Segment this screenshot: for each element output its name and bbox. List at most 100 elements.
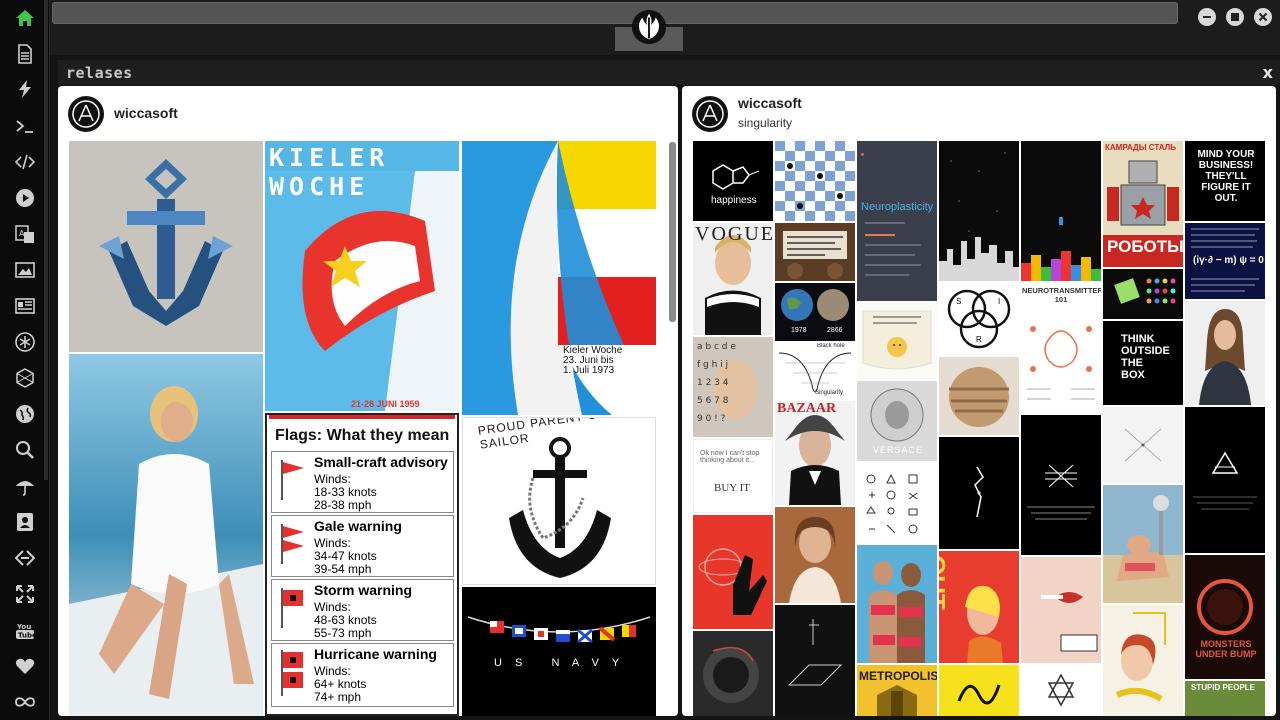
storm-flags-chart[interactable]: Flags: What they mean Small-craft adviso…: [265, 413, 459, 716]
black-hole-diagram[interactable]: Black hole Singularity: [775, 343, 855, 399]
image-icon[interactable]: [13, 258, 37, 282]
avatar[interactable]: [68, 96, 104, 132]
venn-r-label: R: [976, 335, 982, 344]
flag-winds-label: Winds:: [314, 536, 351, 550]
earth-comparison-image[interactable]: 1978 2866: [775, 283, 855, 341]
username[interactable]: wiccasoft: [114, 105, 178, 121]
proud-sailor-image[interactable]: PROUD PARENT OF A U.S. SAILOR: [462, 417, 656, 585]
buy-it-image[interactable]: Ok now I can't stop thinking about it...…: [693, 439, 773, 513]
avatar[interactable]: [692, 96, 728, 132]
youtube-icon[interactable]: You Tube: [13, 618, 37, 642]
flag-name: Storm warning: [314, 582, 413, 598]
dark-orb-poster[interactable]: [693, 631, 773, 716]
news-icon[interactable]: [13, 294, 37, 318]
monsters-under-bump-poster[interactable]: MONSTERS UNDER BUMP: [1185, 555, 1265, 679]
city-skyline-image[interactable]: [939, 141, 1019, 281]
sidebar-scrollbar[interactable]: [44, 0, 48, 480]
flag-name: Gale warning: [314, 518, 402, 534]
venn-i-label: I: [998, 297, 1001, 306]
newspaper-smiley-image[interactable]: [857, 303, 937, 379]
neuroplasticity-article[interactable]: Neuroplasticity: [857, 141, 937, 301]
rebel-alliance-logo[interactable]: [630, 8, 668, 46]
out-poster[interactable]: OUT: [939, 551, 1019, 663]
kieler-woche-1973-poster[interactable]: Kieler Woche 23. Juni bis 1. Juli 1973: [462, 141, 656, 415]
think-outside-the-box-poster[interactable]: THINK OUTSIDE THE BOX: [1103, 321, 1183, 405]
neurotransmitters-infographic[interactable]: NEUROTRANSMITTERS 101: [1021, 283, 1101, 413]
globe-icon[interactable]: [13, 402, 37, 426]
bolt-icon[interactable]: [13, 77, 37, 101]
versace-medusa-image[interactable]: VERSACE: [857, 381, 937, 461]
soviet-robot-poster[interactable]: КАМРАДЫ СТАЛЬ РОБОТЫ: [1103, 141, 1183, 267]
window-dot: [861, 153, 864, 156]
triangle-quote-poster[interactable]: [1185, 407, 1265, 553]
username[interactable]: wiccasoft: [738, 95, 802, 111]
flag-knots: 64+ knots: [314, 677, 367, 691]
terminal-icon[interactable]: [13, 114, 37, 138]
venn-diagram-image[interactable]: S I R: [939, 283, 1019, 355]
column-close-button[interactable]: x: [1263, 63, 1273, 82]
home-icon[interactable]: [13, 6, 37, 30]
google-protest-image[interactable]: [775, 223, 855, 281]
card-scrollbar[interactable]: [669, 142, 676, 322]
year-1978-label: 1978: [791, 327, 807, 334]
buy-it-label: BUY IT: [714, 482, 750, 494]
post-card[interactable]: wiccasoft KIELER WOCHE 21-28 JUNI 1959 F…: [58, 86, 678, 716]
flag-row: Small-craft advisory Winds: 18-33 knots …: [271, 451, 454, 513]
woman-portrait-photo[interactable]: [1185, 301, 1265, 405]
happiness-molecule-image[interactable]: happiness: [693, 141, 773, 221]
metropolis-label: METROPOLIS: [859, 669, 937, 683]
search-icon[interactable]: [13, 438, 37, 462]
star-of-david-image[interactable]: [1021, 665, 1101, 716]
document-icon[interactable]: [13, 42, 37, 66]
beach-friends-photo[interactable]: [857, 545, 937, 663]
crossed-triangles-quote[interactable]: [1021, 415, 1101, 555]
red-hand-atom-poster[interactable]: [693, 515, 773, 629]
lips-cigarette-poster[interactable]: TU: [1021, 557, 1101, 663]
mind-business-label: MIND YOUR BUSINESS! THEY'LL FIGURE IT OU…: [1197, 149, 1255, 204]
alphabet-face-image[interactable]: a b c d e f g h i j 1 2 3 4 5 6 7 8 9 0 ! ?: [693, 337, 773, 437]
code-icon[interactable]: [13, 150, 37, 174]
glowing-glyph-poster[interactable]: [939, 437, 1019, 549]
jupiter-planet-image[interactable]: [939, 357, 1019, 435]
crosshair-minimal-image[interactable]: [1103, 407, 1183, 483]
anchor-quilt-image[interactable]: [69, 141, 263, 352]
asterisk-icon[interactable]: [13, 330, 37, 354]
illustrated-portrait-poster[interactable]: [1103, 605, 1183, 716]
flag-row: Hurricane warning Winds: 64+ knots 74+ m…: [271, 643, 454, 707]
play-icon[interactable]: [13, 186, 37, 210]
metropolis-poster[interactable]: METROPOLIS: [857, 665, 937, 716]
heart-icon[interactable]: [13, 654, 37, 678]
chessboard-image[interactable]: [775, 141, 855, 221]
flag-name: Hurricane warning: [314, 646, 437, 662]
colored-dots-image[interactable]: [1103, 269, 1183, 319]
maximize-button[interactable]: [1226, 8, 1244, 26]
black-hole-label: Black hole: [817, 343, 845, 349]
vogue-cover-image[interactable]: VOGUE: [693, 223, 773, 335]
top-input-bar[interactable]: [52, 2, 1178, 24]
umbrella-icon[interactable]: [13, 474, 37, 498]
tetris-city-image[interactable]: [1021, 141, 1101, 281]
stupid-people-poster[interactable]: STUPID PEOPLE: [1185, 681, 1265, 716]
harpers-bazaar-cover[interactable]: BAZAAR: [775, 401, 855, 505]
retro-beach-photo[interactable]: [1103, 485, 1183, 603]
translate-icon[interactable]: A: [13, 222, 37, 246]
minimize-button[interactable]: [1198, 8, 1216, 26]
infinity-icon[interactable]: [13, 690, 37, 714]
sailing-model-photo[interactable]: [69, 354, 263, 716]
hexagon-icon[interactable]: [13, 366, 37, 390]
dirac-equation-poster[interactable]: (iγ·∂ − m) ψ = 0: [1185, 223, 1265, 299]
exchange-icon[interactable]: [13, 546, 37, 570]
yellow-script-poster[interactable]: [939, 665, 1019, 716]
top-bar: [50, 0, 1280, 55]
close-window-button[interactable]: [1254, 8, 1272, 26]
geometric-glyph-poster[interactable]: [775, 605, 855, 716]
symbols-chart-image[interactable]: [857, 463, 937, 543]
us-navy-flags-image[interactable]: U S N A V Y: [462, 587, 656, 716]
mind-your-business-poster[interactable]: MIND YOUR BUSINESS! THEY'LL FIGURE IT OU…: [1185, 141, 1265, 221]
kieler-woche-1959-poster[interactable]: KIELER WOCHE 21-28 JUNI 1959: [265, 141, 459, 411]
post-card[interactable]: wiccasoft singularity happiness VOGUE a …: [682, 86, 1276, 716]
contact-icon[interactable]: [13, 510, 37, 534]
portrait-photo[interactable]: [775, 507, 855, 603]
expand-icon[interactable]: [13, 582, 37, 606]
year-2866-label: 2866: [827, 327, 843, 334]
